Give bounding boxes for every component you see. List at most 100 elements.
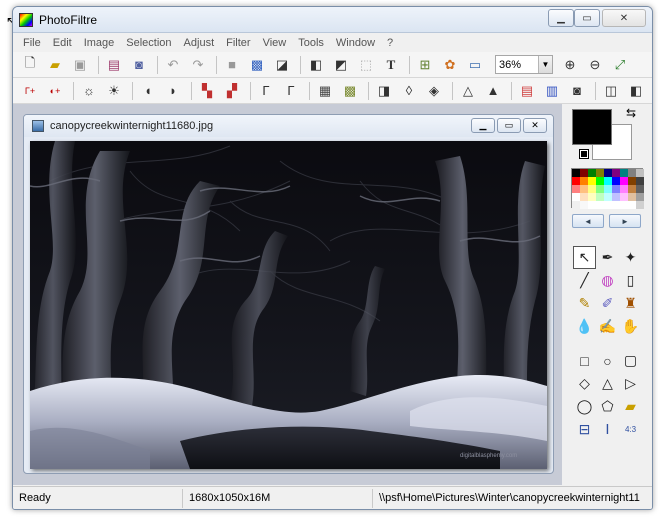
color-count-icon[interactable]: ▩ — [246, 54, 268, 76]
palette-swatch[interactable] — [572, 193, 580, 201]
close-button[interactable]: ✕ — [602, 9, 646, 27]
palette-swatch[interactable] — [588, 169, 596, 177]
image-size-icon[interactable]: ◧ — [305, 54, 327, 76]
palette-swatch[interactable] — [588, 185, 596, 193]
transparency-icon[interactable]: ◪ — [271, 54, 293, 76]
selection-tool-icon[interactable]: ↖ — [573, 246, 596, 269]
contrast-down-icon[interactable]: ◖ — [137, 80, 159, 102]
document-title-bar[interactable]: canopycreekwinternight11680.jpg ▁ ▭ ✕ — [24, 115, 553, 137]
ratio-icon[interactable]: 4:3 — [619, 418, 642, 441]
palette-swatch[interactable] — [636, 193, 644, 201]
palette-swatch[interactable] — [628, 169, 636, 177]
menu-selection[interactable]: Selection — [120, 37, 177, 49]
texture-icon[interactable]: ▩ — [339, 80, 361, 102]
contrast-up-icon[interactable]: ◗ — [162, 80, 184, 102]
palette-prev-button[interactable]: ◄ — [572, 214, 604, 228]
rotate-icon[interactable]: ◧ — [625, 80, 647, 102]
scan-icon[interactable]: ◙ — [128, 54, 150, 76]
text-selection-icon[interactable]: Ⅰ — [596, 418, 619, 441]
document-minimize-button[interactable]: ▁ — [471, 118, 495, 133]
open-selection-icon[interactable]: ▰ — [619, 395, 642, 418]
palette-next-button[interactable]: ► — [609, 214, 641, 228]
lasso-icon[interactable]: ◯ — [573, 395, 596, 418]
clone-stamp-icon[interactable]: ♜ — [619, 292, 642, 315]
plugin-icon[interactable]: ✿ — [439, 54, 461, 76]
ellipse-shape-icon[interactable]: ○ — [596, 349, 619, 372]
diamond-shape-icon[interactable]: ◇ — [573, 372, 596, 395]
detail-icon[interactable]: ▲ — [482, 80, 504, 102]
maximize-button[interactable]: ▭ — [574, 9, 600, 27]
document-maximize-button[interactable]: ▭ — [497, 118, 521, 133]
blur-drop-icon[interactable]: 💧 — [573, 315, 596, 338]
auto-contrast-icon[interactable]: ◐+ — [44, 80, 66, 102]
document-close-button[interactable]: ✕ — [523, 118, 547, 133]
palette-swatch[interactable] — [628, 177, 636, 185]
menu-edit[interactable]: Edit — [47, 37, 78, 49]
document-window[interactable]: canopycreekwinternight11680.jpg ▁ ▭ ✕ di… — [23, 114, 554, 474]
palette-swatch[interactable] — [620, 201, 628, 209]
swap-colors-icon[interactable]: ⇆ — [626, 106, 636, 120]
palette-swatch[interactable] — [572, 177, 580, 185]
brightness-up-icon[interactable]: ☀ — [103, 80, 125, 102]
palette-swatch[interactable] — [604, 193, 612, 201]
palette-swatch[interactable] — [636, 169, 644, 177]
gamma-up-icon[interactable]: Γ — [280, 80, 302, 102]
minimize-button[interactable]: ▁ — [548, 9, 574, 27]
menu-adjust[interactable]: Adjust — [178, 37, 221, 49]
palette-swatch[interactable] — [612, 185, 620, 193]
palette-swatch[interactable] — [588, 177, 596, 185]
title-bar[interactable]: PhotoFiltre ▁ ▭ ✕ — [13, 7, 652, 33]
text-icon[interactable]: T — [380, 54, 402, 76]
menu-window[interactable]: Window — [330, 37, 381, 49]
menu-help[interactable]: ? — [381, 37, 399, 49]
palette-swatch[interactable] — [628, 193, 636, 201]
menu-image[interactable]: Image — [78, 37, 121, 49]
brightness-down-icon[interactable]: ☼ — [78, 80, 100, 102]
canvas-size-icon[interactable]: ◩ — [330, 54, 352, 76]
saturation-up-icon[interactable]: ▞ — [221, 80, 243, 102]
grayscale-icon[interactable]: ■ — [221, 54, 243, 76]
palette-swatch[interactable] — [620, 185, 628, 193]
rectangle-shape-icon[interactable]: □ — [573, 349, 596, 372]
palette-swatch[interactable] — [580, 201, 588, 209]
palette-swatch[interactable] — [580, 169, 588, 177]
polygon-lasso-icon[interactable]: ⬠ — [596, 395, 619, 418]
palette-swatch[interactable] — [572, 169, 580, 177]
palette-swatch[interactable] — [636, 201, 644, 209]
sharpen-icon[interactable]: ◈ — [423, 80, 445, 102]
palette-swatch[interactable] — [636, 177, 644, 185]
palette-swatch[interactable] — [596, 193, 604, 201]
menu-tools[interactable]: Tools — [292, 37, 330, 49]
palette-swatch[interactable] — [612, 177, 620, 185]
zoom-combobox[interactable]: 36% ▼ — [495, 55, 553, 74]
palette-swatch[interactable] — [628, 185, 636, 193]
zoom-in-icon[interactable]: ⊕ — [559, 54, 581, 76]
palette-swatch[interactable] — [604, 169, 612, 177]
fit-window-icon[interactable]: ⤢ — [609, 54, 631, 76]
palette-swatch[interactable] — [636, 185, 644, 193]
selection-settings-icon[interactable]: ⊟ — [573, 418, 596, 441]
palette-swatch[interactable] — [620, 193, 628, 201]
fill-bucket-icon[interactable]: ◍ — [596, 269, 619, 292]
soften-icon[interactable]: △ — [457, 80, 479, 102]
palette-swatch[interactable] — [620, 177, 628, 185]
palette-swatch[interactable] — [596, 185, 604, 193]
palette-swatch[interactable] — [596, 169, 604, 177]
color-palette[interactable] — [571, 168, 644, 209]
foreground-color-swatch[interactable] — [572, 109, 612, 145]
saturation-down-icon[interactable]: ▚ — [196, 80, 218, 102]
palette-swatch[interactable] — [572, 201, 580, 209]
gamma-down-icon[interactable]: Γ — [255, 80, 277, 102]
color-picker-icon[interactable]: ✒ — [596, 246, 619, 269]
palette-swatch[interactable] — [628, 201, 636, 209]
menu-view[interactable]: View — [257, 37, 293, 49]
palette-swatch[interactable] — [596, 177, 604, 185]
chevron-down-icon[interactable]: ▼ — [538, 56, 552, 73]
palette-swatch[interactable] — [620, 169, 628, 177]
frame-icon[interactable]: ▥ — [541, 80, 563, 102]
zoom-out-icon[interactable]: ⊖ — [584, 54, 606, 76]
palette-swatch[interactable] — [588, 201, 596, 209]
rounded-rect-shape-icon[interactable]: ▢ — [619, 349, 642, 372]
undo-icon[interactable]: ↶ — [162, 54, 184, 76]
right-triangle-shape-icon[interactable]: ▷ — [619, 372, 642, 395]
